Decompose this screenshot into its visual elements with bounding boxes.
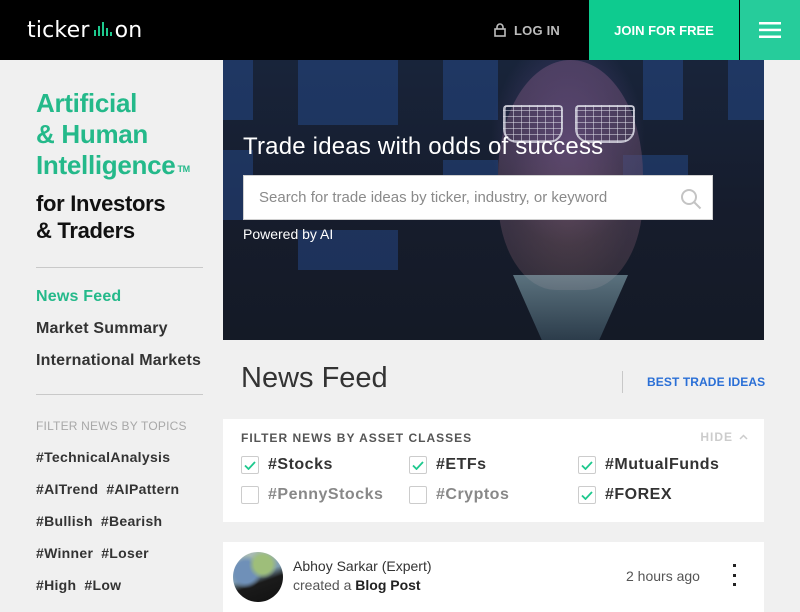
checkbox-label: #FOREX <box>605 486 673 503</box>
post-type[interactable]: Blog Post <box>355 577 420 593</box>
search-box <box>243 175 713 220</box>
topic-row: #Bullish #Bearish <box>36 513 170 529</box>
sidebar-item-market-summary[interactable]: Market Summary <box>36 320 168 338</box>
more-options-icon[interactable] <box>728 564 740 586</box>
lock-icon <box>494 23 506 37</box>
checkmark-icon <box>412 460 424 470</box>
checkbox-box[interactable] <box>241 456 259 474</box>
topic-tag[interactable]: #High <box>36 577 76 593</box>
background-screen <box>728 60 764 120</box>
checkbox-pennystocks[interactable]: #PennyStocks <box>241 486 383 504</box>
hide-filter-button[interactable]: HIDE <box>700 430 748 444</box>
topic-tag[interactable]: #AIPattern <box>106 481 179 497</box>
hero-shirt <box>513 275 628 340</box>
topic-tag[interactable]: #Low <box>84 577 121 593</box>
best-trade-ideas-link[interactable]: BEST TRADE IDEAS <box>647 375 765 389</box>
topic-row: #AITrend #AIPattern <box>36 481 187 497</box>
logo-text-left: ticker <box>27 17 90 43</box>
header-divider <box>622 371 623 393</box>
bar-chart-icon <box>93 22 112 36</box>
hamburger-menu-button[interactable] <box>740 0 800 60</box>
topic-row: #Winner #Loser <box>36 545 157 561</box>
checkbox-label: #Cryptos <box>436 486 510 503</box>
sidebar-divider <box>36 394 203 395</box>
checkbox-etfs[interactable]: #ETFs <box>409 456 487 474</box>
filter-topics-heading: FILTER NEWS BY TOPICS <box>36 419 187 433</box>
tagline-line: for Investors <box>36 191 166 216</box>
tagline-word: Intelligence <box>36 150 176 180</box>
background-screen <box>298 60 398 125</box>
tagline-line: Intelligence TM <box>36 150 190 181</box>
login-label: LOG IN <box>514 22 560 38</box>
login-button[interactable]: LOG IN <box>494 0 560 60</box>
post-action: created a Blog Post <box>293 577 421 593</box>
topic-tag[interactable]: #Bullish <box>36 513 93 529</box>
checkbox-forex[interactable]: #FOREX <box>578 486 672 504</box>
checkbox-label: #Stocks <box>268 456 333 473</box>
hamburger-icon <box>759 22 781 38</box>
logo-text-right: on <box>114 17 143 43</box>
search-icon[interactable] <box>680 188 702 210</box>
sidebar-divider <box>36 267 203 268</box>
post-timestamp: 2 hours ago <box>626 568 700 584</box>
join-for-free-button[interactable]: JOIN FOR FREE <box>589 0 739 60</box>
checkbox-box[interactable] <box>409 486 427 504</box>
topic-row: #TechnicalAnalysis <box>36 449 178 465</box>
hide-label: HIDE <box>700 430 733 444</box>
checkbox-box[interactable] <box>409 456 427 474</box>
hero-title: Trade ideas with odds of success <box>243 133 604 160</box>
checkbox-cryptos[interactable]: #Cryptos <box>409 486 509 504</box>
background-screen <box>443 60 498 120</box>
topic-tag[interactable]: #Bearish <box>101 513 163 529</box>
topic-tag[interactable]: #TechnicalAnalysis <box>36 449 170 465</box>
checkbox-box[interactable] <box>578 486 596 504</box>
topic-row: #High #Low <box>36 577 129 593</box>
background-screen <box>223 60 253 120</box>
checkmark-icon <box>581 460 593 470</box>
avatar[interactable] <box>233 552 283 602</box>
checkmark-icon <box>581 490 593 500</box>
topic-tag[interactable]: #AITrend <box>36 481 98 497</box>
trademark-symbol: TM <box>177 164 190 174</box>
page-title: News Feed <box>241 362 388 394</box>
post-author[interactable]: Abhoy Sarkar (Expert) <box>293 558 432 574</box>
tagline-investors-traders: for Investors & Traders <box>36 190 166 244</box>
sidebar: Artificial & Human Intelligence TM for In… <box>0 60 223 600</box>
sidebar-item-international-markets[interactable]: International Markets <box>36 352 201 370</box>
tagline-ai-human: Artificial & Human Intelligence TM <box>36 88 190 181</box>
checkbox-box[interactable] <box>578 456 596 474</box>
tagline-line: Artificial <box>36 88 138 118</box>
checkbox-mutualfunds[interactable]: #MutualFunds <box>578 456 719 474</box>
checkbox-label: #ETFs <box>436 456 487 473</box>
topic-tag[interactable]: #Loser <box>101 545 149 561</box>
background-screen <box>643 60 683 120</box>
post-action-prefix: created a <box>293 577 352 593</box>
tickeron-logo[interactable]: ticker on <box>27 16 142 44</box>
news-feed-post: Abhoy Sarkar (Expert) created a Blog Pos… <box>223 542 764 612</box>
asset-class-filter-panel: FILTER NEWS BY ASSET CLASSES HIDE #Stock… <box>223 419 764 522</box>
chevron-up-icon <box>739 434 748 440</box>
tagline-line: & Traders <box>36 218 135 243</box>
search-input[interactable] <box>244 176 674 219</box>
hero-banner: Trade ideas with odds of success Powered… <box>223 60 764 340</box>
tagline-line: & Human <box>36 119 149 149</box>
checkbox-box[interactable] <box>241 486 259 504</box>
filter-asset-classes-heading: FILTER NEWS BY ASSET CLASSES <box>241 431 473 445</box>
sidebar-item-news-feed[interactable]: News Feed <box>36 288 121 306</box>
topic-tag[interactable]: #Winner <box>36 545 93 561</box>
checkmark-icon <box>244 460 256 470</box>
checkbox-label: #MutualFunds <box>605 456 720 473</box>
powered-by-ai: Powered by AI <box>243 226 334 242</box>
top-navigation-bar: ticker on LOG IN JOIN FOR FREE <box>0 0 800 60</box>
checkbox-label: #PennyStocks <box>268 486 384 503</box>
checkbox-stocks[interactable]: #Stocks <box>241 456 333 474</box>
